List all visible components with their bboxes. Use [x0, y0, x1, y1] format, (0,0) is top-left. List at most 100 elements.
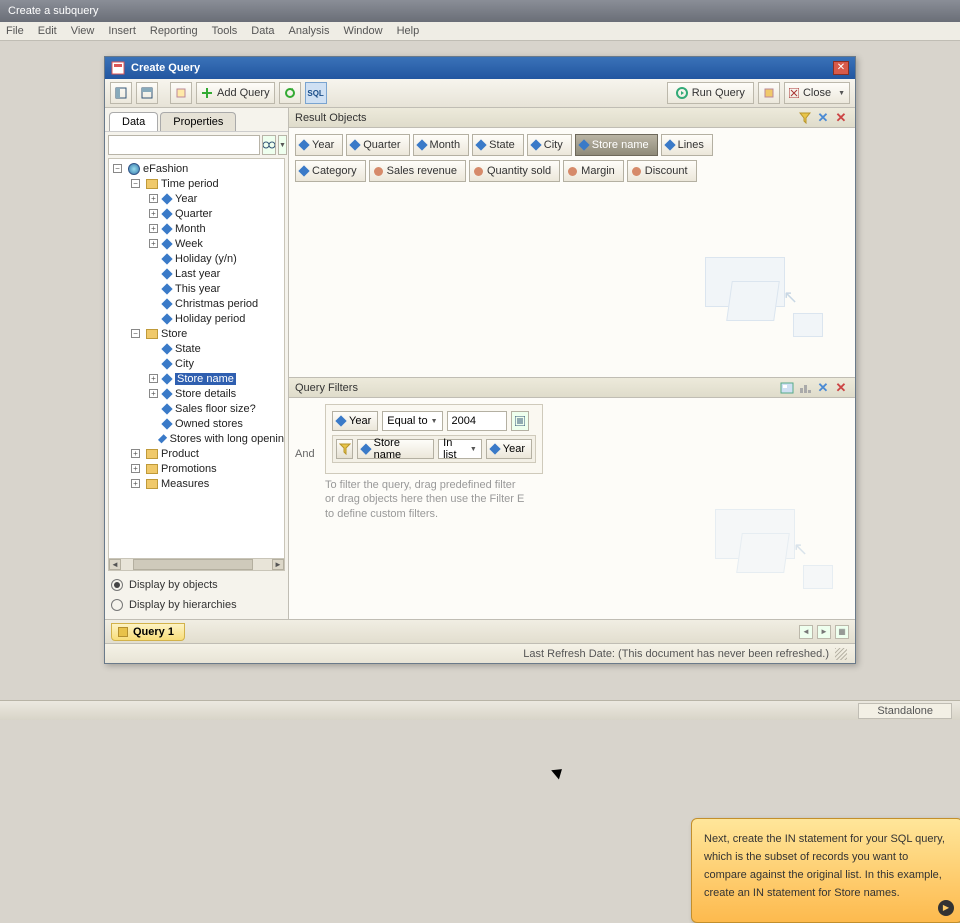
menu-view[interactable]: View [71, 25, 95, 37]
menu-window[interactable]: Window [343, 25, 382, 37]
tree-item[interactable]: Store details [175, 388, 236, 400]
tab-data[interactable]: Data [109, 112, 158, 131]
filter-op-label: Equal to [387, 415, 427, 427]
tree-item-selected[interactable]: Store name [175, 373, 236, 385]
value-picker-button[interactable] [511, 411, 529, 431]
chip-month[interactable]: Month [413, 134, 470, 156]
clear-blue-icon[interactable]: ✕ [815, 380, 831, 396]
toolbar-panel-left-button[interactable] [110, 82, 132, 104]
drop-target-watermark: ↖ [715, 509, 835, 609]
chip-quantity-sold[interactable]: Quantity sold [469, 160, 560, 182]
menu-tools[interactable]: Tools [212, 25, 238, 37]
toolbar-refresh-button[interactable] [279, 82, 301, 104]
filter-icon[interactable] [797, 110, 813, 126]
tab-prev-button[interactable]: ◄ [799, 625, 813, 639]
tooltip-next-button[interactable]: ▶ [938, 900, 954, 916]
chip-margin[interactable]: Margin [563, 160, 624, 182]
display-by-objects-option[interactable]: Display by objects [111, 575, 282, 595]
filter-value-input[interactable] [447, 411, 507, 431]
tree-item[interactable]: Week [175, 238, 203, 250]
object-tree[interactable]: −eFashion −Time period +Year +Quarter +M… [109, 159, 284, 558]
modal-status-bar: Last Refresh Date: (This document has ne… [105, 643, 855, 663]
chip-city[interactable]: City [527, 134, 572, 156]
menu-file[interactable]: File [6, 25, 24, 37]
menu-data[interactable]: Data [251, 25, 274, 37]
close-panel-button[interactable]: Close ▼ [784, 82, 850, 104]
tree-root[interactable]: eFashion [143, 163, 188, 175]
chip-label: Store name [592, 139, 649, 151]
tree-item[interactable]: Year [175, 193, 197, 205]
tree-h-scrollbar[interactable]: ◄► [109, 558, 284, 570]
result-objects-panel[interactable]: Year Quarter Month State City Store name… [289, 128, 855, 378]
menu-reporting[interactable]: Reporting [150, 25, 198, 37]
left-tabs: Data Properties [105, 108, 288, 131]
tree-item[interactable]: Holiday period [175, 313, 245, 325]
toolbar-sql-button[interactable]: SQL [305, 82, 327, 104]
and-operator-label[interactable]: And [295, 448, 315, 460]
close-dropdown-caret[interactable]: ▼ [838, 90, 845, 97]
tree-store[interactable]: Store [161, 328, 187, 340]
modal-title-bar[interactable]: Create Query ✕ [105, 57, 855, 79]
clear-red-icon[interactable]: ✕ [833, 110, 849, 126]
chip-lines[interactable]: Lines [661, 134, 713, 156]
filter-object-storename[interactable]: Store name [357, 439, 434, 459]
toolbar-purge-button[interactable] [758, 82, 780, 104]
tree-item[interactable]: City [175, 358, 194, 370]
filter-operator-inlist[interactable]: In list▼ [438, 439, 482, 459]
display-by-hierarchies-option[interactable]: Display by hierarchies [111, 595, 282, 615]
query-filters-panel[interactable]: And Year Equal to▼ Store name In list▼ [289, 398, 855, 619]
tree-measures[interactable]: Measures [161, 478, 209, 490]
resize-grip[interactable] [835, 648, 847, 660]
tab-list-button[interactable]: ▦ [835, 625, 849, 639]
subquery-indicator-icon[interactable] [336, 439, 353, 459]
toolbar-add-data-provider-button[interactable] [170, 82, 192, 104]
tree-item[interactable]: Holiday (y/n) [175, 253, 237, 265]
run-query-button[interactable]: Run Query [667, 82, 754, 104]
query-tab-1[interactable]: Query 1 [111, 623, 185, 641]
tree-item[interactable]: Sales floor size? [175, 403, 256, 415]
left-column: Data Properties ▼ −eFashion −Time period… [105, 108, 289, 619]
chip-quarter[interactable]: Quarter [346, 134, 409, 156]
search-dropdown[interactable]: ▼ [278, 135, 287, 155]
menubar: File Edit View Insert Reporting Tools Da… [0, 22, 960, 41]
rank-icon[interactable] [797, 380, 813, 396]
tree-time-period[interactable]: Time period [161, 178, 219, 190]
add-query-button[interactable]: Add Query [196, 82, 275, 104]
tree-search-input[interactable] [108, 135, 260, 155]
modal-close-button[interactable]: ✕ [833, 61, 849, 75]
menu-help[interactable]: Help [397, 25, 420, 37]
tab-next-button[interactable]: ► [817, 625, 831, 639]
chip-store-name[interactable]: Store name [575, 134, 658, 156]
subquery-object-year[interactable]: Year [486, 439, 532, 459]
clear-blue-icon[interactable]: ✕ [815, 110, 831, 126]
filter-hint-text: To filter the query, drag predefined fil… [325, 478, 525, 521]
filter-row-storename: Store name In list▼ Year [332, 435, 536, 463]
clear-red-icon[interactable]: ✕ [833, 380, 849, 396]
chip-year[interactable]: Year [295, 134, 343, 156]
tree-item[interactable]: State [175, 343, 201, 355]
tree-item[interactable]: This year [175, 283, 220, 295]
tooltip-text: Next, create the IN statement for your S… [704, 833, 945, 899]
tree-item[interactable]: Christmas period [175, 298, 258, 310]
filter-operator-equal[interactable]: Equal to▼ [382, 411, 442, 431]
menu-insert[interactable]: Insert [108, 25, 136, 37]
tree-item[interactable]: Owned stores [175, 418, 243, 430]
chip-sales-revenue[interactable]: Sales revenue [369, 160, 466, 182]
filter-object-year[interactable]: Year [332, 411, 378, 431]
binoculars-icon[interactable] [262, 135, 276, 155]
tree-item[interactable]: Month [175, 223, 206, 235]
tree-item[interactable]: Last year [175, 268, 220, 280]
tree-product[interactable]: Product [161, 448, 199, 460]
tree-promotions[interactable]: Promotions [161, 463, 217, 475]
subquery-icon[interactable] [779, 380, 795, 396]
tab-properties[interactable]: Properties [160, 112, 236, 131]
chip-label: Sales revenue [387, 165, 457, 177]
tree-item[interactable]: Quarter [175, 208, 212, 220]
tree-item[interactable]: Stores with long openin [170, 433, 284, 445]
toolbar-panel-top-button[interactable] [136, 82, 158, 104]
chip-category[interactable]: Category [295, 160, 366, 182]
menu-edit[interactable]: Edit [38, 25, 57, 37]
menu-analysis[interactable]: Analysis [289, 25, 330, 37]
chip-state[interactable]: State [472, 134, 524, 156]
chip-discount[interactable]: Discount [627, 160, 697, 182]
